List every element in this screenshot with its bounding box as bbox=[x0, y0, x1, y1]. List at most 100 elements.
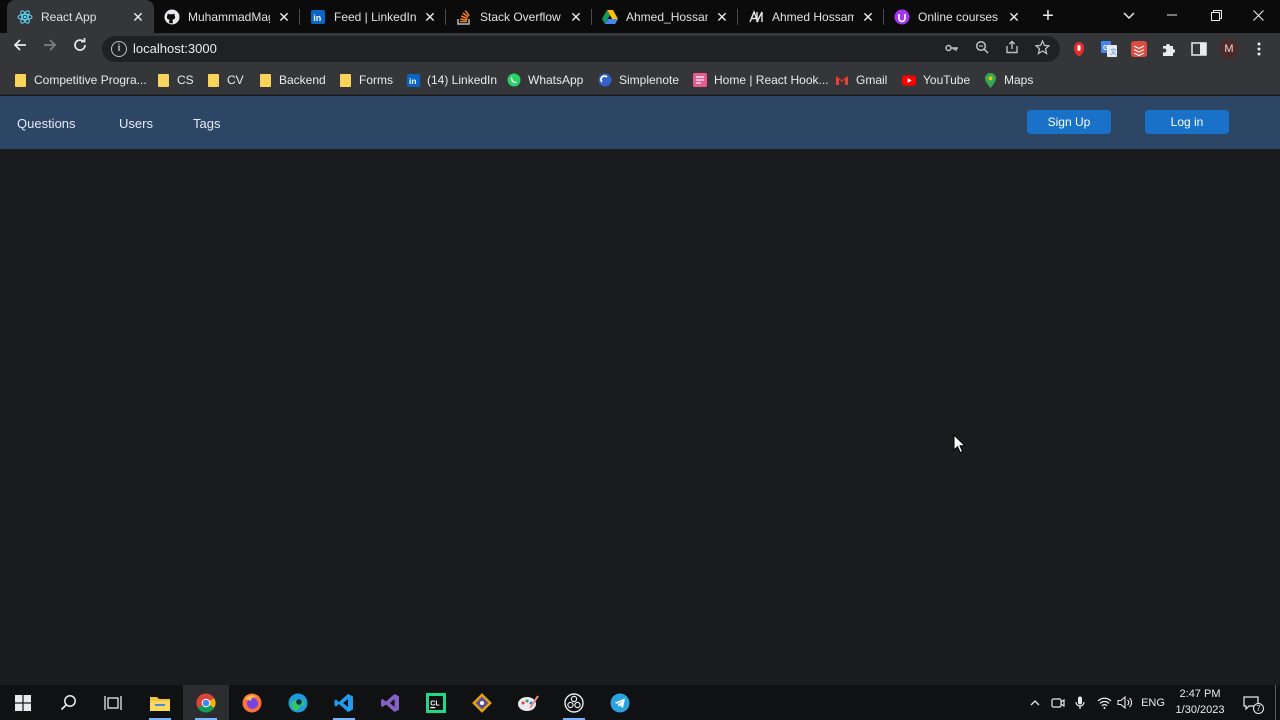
taskbar-vscode[interactable] bbox=[321, 685, 367, 720]
sign-up-button[interactable]: Sign Up bbox=[1027, 110, 1111, 134]
key-icon[interactable] bbox=[942, 40, 962, 58]
puzzle-icon[interactable] bbox=[1160, 40, 1178, 58]
tab-atcoder[interactable]: Ahmed Hossam ✕ bbox=[738, 0, 884, 33]
profile-avatar[interactable]: M bbox=[1219, 39, 1239, 59]
show-hidden-icons-button[interactable] bbox=[1026, 685, 1044, 720]
taskbar-chrome[interactable] bbox=[183, 685, 229, 720]
gmail-icon bbox=[835, 73, 849, 87]
windows-logo-icon bbox=[15, 694, 31, 711]
task-view-button[interactable] bbox=[90, 685, 136, 720]
tab-stackoverflow[interactable]: Stack Overflow C ✕ bbox=[446, 0, 592, 33]
nav-users-link[interactable]: Users bbox=[119, 116, 153, 131]
log-in-button[interactable]: Log in bbox=[1145, 110, 1229, 134]
google-translate-icon[interactable]: G文 bbox=[1100, 40, 1118, 58]
telegram-icon bbox=[610, 693, 630, 712]
atcoder-icon bbox=[748, 9, 764, 25]
bookmark-cs[interactable]: CS bbox=[156, 71, 194, 89]
tray-clock[interactable]: 2:47 PM 1/30/2023 bbox=[1170, 686, 1230, 718]
bookmark-whatsapp[interactable]: WhatsApp bbox=[507, 71, 583, 89]
tab-linkedin[interactable]: in Feed | LinkedIn ✕ bbox=[300, 0, 446, 33]
folder-icon bbox=[258, 73, 272, 87]
bookmark-label: Home | React Hook... bbox=[714, 73, 829, 87]
back-button[interactable] bbox=[8, 37, 32, 61]
svg-text:G: G bbox=[1103, 45, 1109, 52]
zoom-icon[interactable] bbox=[972, 40, 992, 58]
bookmark-backend[interactable]: Backend bbox=[258, 71, 326, 89]
tray-microphone[interactable] bbox=[1070, 685, 1090, 720]
taskbar-visual-studio[interactable] bbox=[367, 685, 413, 720]
start-button[interactable] bbox=[0, 685, 46, 720]
clock-date: 1/30/2023 bbox=[1175, 704, 1225, 716]
chrome-icon bbox=[196, 693, 216, 713]
folder-icon bbox=[156, 73, 170, 87]
nav-tags-link[interactable]: Tags bbox=[193, 116, 220, 131]
tab-udemy[interactable]: Online courses - ✕ bbox=[884, 0, 1030, 33]
bookmark-gmail[interactable]: Gmail bbox=[835, 71, 887, 89]
restore-button[interactable] bbox=[1194, 0, 1238, 30]
new-tab-button[interactable]: + bbox=[1037, 5, 1059, 27]
tray-language[interactable]: ENG bbox=[1138, 685, 1168, 720]
taskbar-telegram[interactable] bbox=[597, 685, 643, 720]
bookmark-label: CS bbox=[177, 73, 194, 87]
todoist-icon[interactable] bbox=[1130, 40, 1148, 58]
tab-react-app[interactable]: React App ✕ bbox=[7, 0, 154, 33]
react-icon bbox=[17, 9, 33, 25]
simplenote-icon bbox=[598, 73, 612, 87]
bookmark-label: Maps bbox=[1004, 73, 1034, 87]
bookmark-forms[interactable]: Forms bbox=[338, 71, 393, 89]
bookmark-star-icon[interactable] bbox=[1032, 39, 1052, 58]
taskbar-paint[interactable] bbox=[505, 685, 551, 720]
forward-button[interactable] bbox=[38, 37, 62, 61]
close-icon[interactable]: ✕ bbox=[422, 9, 438, 25]
tray-volume[interactable] bbox=[1115, 685, 1135, 720]
side-panel-icon[interactable] bbox=[1190, 40, 1208, 58]
close-icon[interactable]: ✕ bbox=[568, 9, 584, 25]
taskbar-file-explorer[interactable] bbox=[137, 685, 183, 720]
show-desktop-divider[interactable] bbox=[1275, 685, 1276, 720]
address-bar[interactable]: i localhost:3000 bbox=[102, 36, 1060, 62]
search-button[interactable] bbox=[45, 685, 91, 720]
meet-now-icon bbox=[1051, 697, 1065, 708]
taskbar-obs[interactable] bbox=[551, 685, 597, 720]
tab-github[interactable]: MuhammadMag ✕ bbox=[154, 0, 300, 33]
tab-title: Stack Overflow C bbox=[480, 9, 562, 24]
bookmark-label: Competitive Progra... bbox=[34, 73, 147, 87]
bookmark-competitive-programming[interactable]: Competitive Progra... bbox=[13, 71, 147, 89]
close-icon[interactable]: ✕ bbox=[714, 9, 730, 25]
tab-google-drive[interactable]: Ahmed_Hossam_ ✕ bbox=[592, 0, 738, 33]
reload-button[interactable] bbox=[68, 37, 92, 61]
share-icon[interactable] bbox=[1002, 40, 1022, 58]
bookmark-react-hook-form[interactable]: Home | React Hook... bbox=[693, 71, 829, 89]
minimize-icon bbox=[1167, 14, 1177, 16]
close-window-button[interactable] bbox=[1236, 0, 1280, 30]
menu-kebab-icon[interactable] bbox=[1250, 40, 1268, 58]
minimize-button[interactable] bbox=[1150, 0, 1194, 30]
bookmark-cv[interactable]: CV bbox=[206, 71, 244, 89]
taskbar-firefox[interactable] bbox=[229, 685, 275, 720]
url-text[interactable]: localhost:3000 bbox=[133, 41, 217, 56]
action-center-button[interactable]: 7 bbox=[1236, 685, 1266, 720]
close-icon[interactable]: ✕ bbox=[276, 9, 292, 25]
close-icon[interactable]: ✕ bbox=[130, 9, 146, 25]
taskbar-edge[interactable] bbox=[275, 685, 321, 720]
bookmark-linkedin[interactable]: in (14) LinkedIn bbox=[406, 71, 497, 89]
bookmark-youtube[interactable]: YouTube bbox=[902, 71, 970, 89]
tray-meet-now[interactable] bbox=[1048, 685, 1068, 720]
bookmark-maps[interactable]: Maps bbox=[983, 71, 1033, 89]
restore-icon bbox=[1210, 9, 1222, 21]
extension-red-icon[interactable] bbox=[1070, 40, 1088, 58]
info-icon[interactable]: i bbox=[111, 41, 127, 57]
clion-icon: CL bbox=[426, 692, 446, 713]
visual-studio-icon bbox=[381, 693, 399, 712]
taskbar-git[interactable] bbox=[459, 685, 505, 720]
obs-icon bbox=[564, 692, 584, 713]
close-icon[interactable]: ✕ bbox=[1006, 9, 1022, 25]
taskbar-clion[interactable]: CL bbox=[413, 685, 459, 720]
wifi-icon bbox=[1097, 697, 1111, 709]
tab-search-button[interactable] bbox=[1118, 6, 1140, 26]
bookmark-simplenote[interactable]: Simplenote bbox=[598, 71, 679, 89]
browser-toolbar: i localhost:3000 G文 M bbox=[0, 33, 1280, 65]
close-icon[interactable]: ✕ bbox=[860, 9, 876, 25]
nav-questions-link[interactable]: Questions bbox=[17, 116, 76, 131]
tray-network[interactable] bbox=[1094, 685, 1114, 720]
